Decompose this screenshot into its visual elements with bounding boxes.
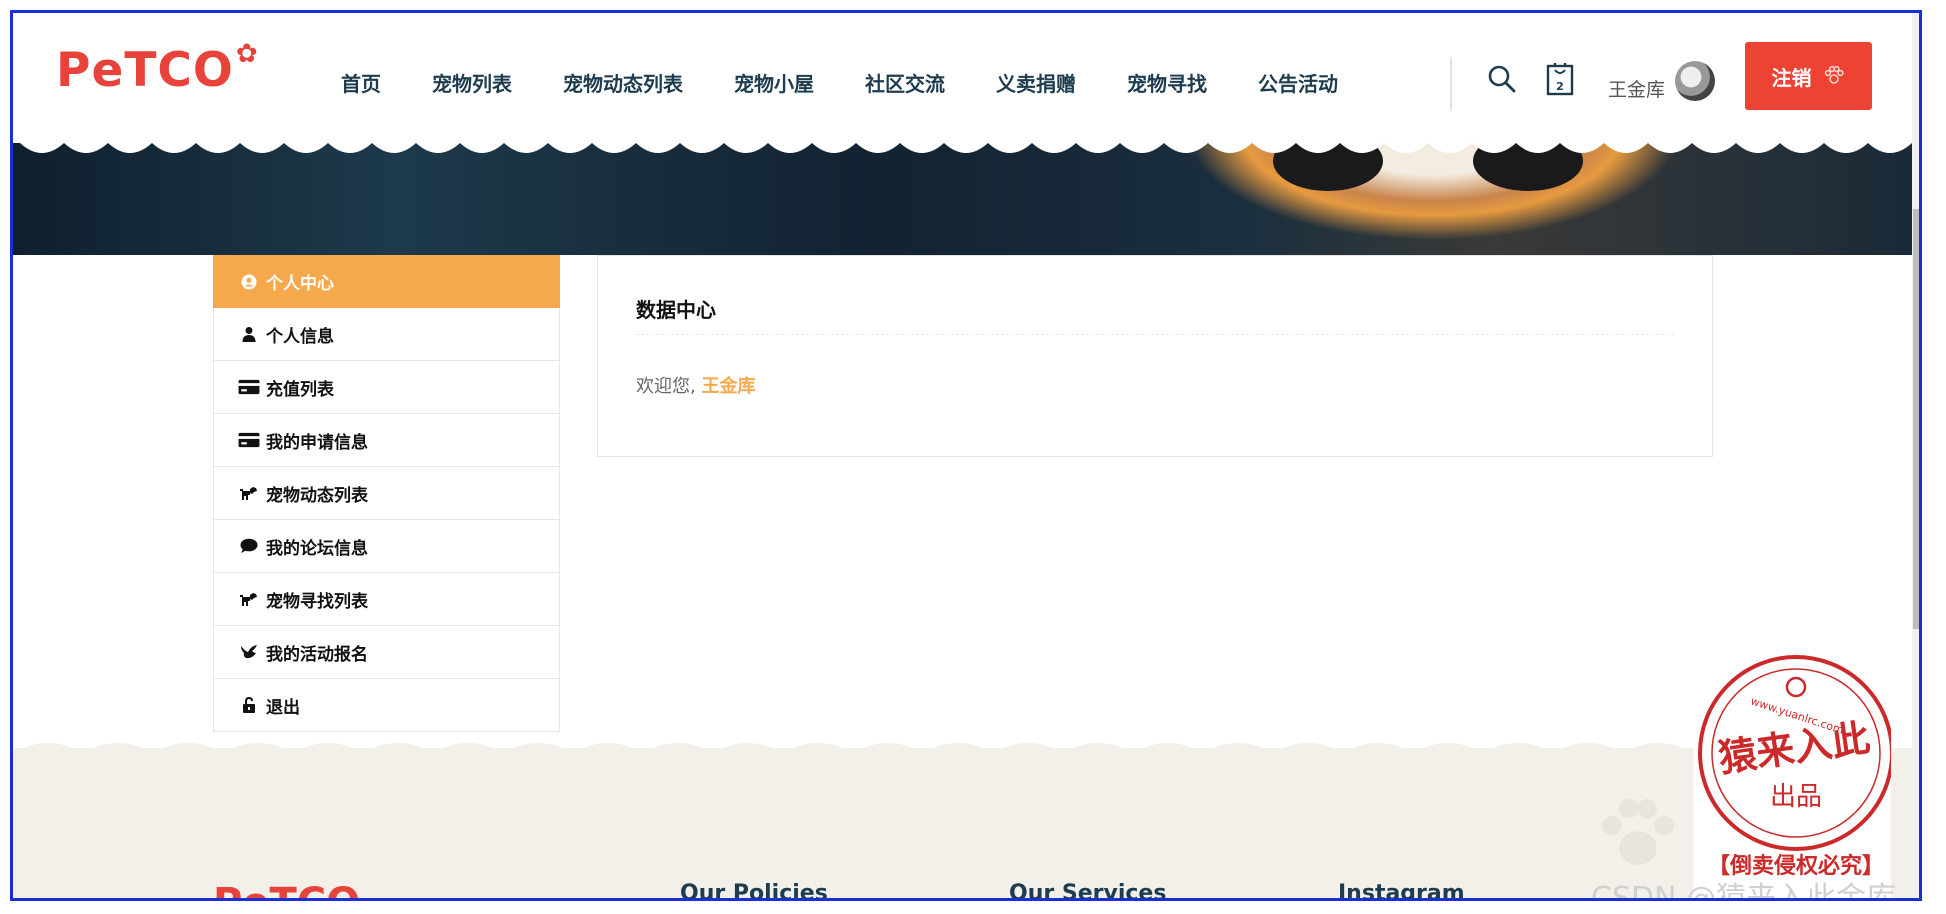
csdn-watermark: CSDN @猿来入此金库 bbox=[1591, 881, 1897, 901]
welcome-message: 欢迎您, 王金库 bbox=[636, 372, 755, 398]
sidebar-item-recharge[interactable]: 充值列表 bbox=[213, 361, 560, 414]
nav-charity-sale[interactable]: 义卖捐赠 bbox=[996, 68, 1076, 97]
sidebar-item-user-center[interactable]: 个人中心 bbox=[213, 255, 560, 308]
user-name[interactable]: 王金库 bbox=[1608, 75, 1665, 102]
logout-button[interactable]: 注销 bbox=[1745, 42, 1872, 110]
stamp-sub-text: 出品 bbox=[1770, 782, 1822, 812]
user-sidebar: 个人中心 个人信息 充值列表 我的申请信息 宠物动态列表 我的论坛信息 宠物寻找… bbox=[213, 255, 560, 732]
site-header: PeTCO✿ 首页 宠物列表 宠物动态列表 宠物小屋 社区交流 义卖捐赠 宠物寻… bbox=[13, 13, 1912, 131]
sidebar-item-logout[interactable]: 退出 bbox=[213, 679, 560, 732]
data-center-panel: 数据中心 欢迎您, 王金库 bbox=[597, 255, 1713, 457]
scrollbar-thumb[interactable] bbox=[1913, 209, 1919, 629]
search-icon[interactable] bbox=[1486, 63, 1516, 93]
footer-heading-policies: Our Policies bbox=[680, 881, 828, 901]
sidebar-item-profile[interactable]: 个人信息 bbox=[213, 308, 560, 361]
header-divider bbox=[1450, 57, 1452, 111]
credit-card-icon bbox=[238, 379, 260, 395]
sidebar-item-forum[interactable]: 我的论坛信息 bbox=[213, 520, 560, 573]
sidebar-item-label: 退出 bbox=[266, 697, 300, 718]
panel-title: 数据中心 bbox=[636, 298, 716, 322]
sidebar-item-applications[interactable]: 我的申请信息 bbox=[213, 414, 560, 467]
dog-icon bbox=[240, 593, 257, 606]
welcome-prefix: 欢迎您, bbox=[636, 376, 696, 397]
sidebar-item-activities[interactable]: 我的活动报名 bbox=[213, 626, 560, 679]
footer-scallop bbox=[13, 743, 1912, 773]
paw-icon: ✿ bbox=[235, 39, 259, 69]
panel-divider bbox=[636, 334, 1674, 335]
logo-text: PeTCO bbox=[56, 43, 234, 98]
credit-card-icon bbox=[238, 432, 260, 448]
avatar[interactable] bbox=[1675, 61, 1715, 101]
sidebar-item-label: 我的活动报名 bbox=[266, 644, 368, 665]
site-logo[interactable]: PeTCO✿ bbox=[56, 39, 259, 98]
nav-pet-list[interactable]: 宠物列表 bbox=[432, 68, 512, 97]
bird-icon bbox=[241, 645, 257, 659]
nav-pet-search[interactable]: 宠物寻找 bbox=[1127, 68, 1207, 97]
cart-icon[interactable]: 2 bbox=[1545, 60, 1575, 96]
sidebar-item-label: 充值列表 bbox=[266, 379, 334, 400]
paw-icon bbox=[1824, 65, 1844, 84]
sidebar-item-label: 我的论坛信息 bbox=[266, 538, 368, 559]
paw-icon bbox=[1602, 798, 1674, 865]
nav-pet-house[interactable]: 宠物小屋 bbox=[734, 68, 814, 97]
main-nav: 首页 宠物列表 宠物动态列表 宠物小屋 社区交流 义卖捐赠 宠物寻找 公告活动 bbox=[341, 68, 1389, 97]
page-scrollbar[interactable] bbox=[1912, 13, 1919, 898]
sidebar-item-pet-search[interactable]: 宠物寻找列表 bbox=[213, 573, 560, 626]
sidebar-item-label: 我的申请信息 bbox=[266, 432, 368, 453]
user-icon bbox=[242, 327, 256, 342]
dog-icon bbox=[240, 487, 257, 500]
cart-count: 2 bbox=[1556, 80, 1564, 93]
unlock-icon bbox=[243, 697, 255, 713]
header-scallop bbox=[13, 131, 1912, 153]
nav-announcements[interactable]: 公告活动 bbox=[1258, 68, 1338, 97]
sidebar-item-pet-updates[interactable]: 宠物动态列表 bbox=[213, 467, 560, 520]
logout-label: 注销 bbox=[1771, 65, 1812, 90]
sidebar-item-label: 宠物动态列表 bbox=[266, 485, 368, 506]
sidebar-item-label: 宠物寻找列表 bbox=[266, 591, 368, 612]
comment-icon bbox=[240, 538, 258, 553]
browser-viewport: PeTCO✿ 首页 宠物列表 宠物动态列表 宠物小屋 社区交流 义卖捐赠 宠物寻… bbox=[10, 10, 1922, 901]
nav-pet-updates[interactable]: 宠物动态列表 bbox=[563, 68, 683, 97]
footer-logo[interactable]: PeTCO bbox=[213, 880, 360, 898]
sidebar-item-label: 个人中心 bbox=[266, 274, 334, 294]
user-circle-icon bbox=[241, 274, 257, 289]
nav-home[interactable]: 首页 bbox=[341, 68, 381, 97]
nav-community[interactable]: 社区交流 bbox=[865, 68, 945, 97]
welcome-user-name: 王金库 bbox=[701, 376, 756, 397]
footer-heading-instagram: Instagram bbox=[1338, 881, 1465, 901]
footer-heading-services: Our Services bbox=[1009, 881, 1167, 901]
watermark-stamp: www.yuanlrc.com 猿来入此 出品 【倒卖侵权必究】 bbox=[1693, 655, 1891, 898]
sidebar-item-label: 个人信息 bbox=[266, 326, 334, 347]
